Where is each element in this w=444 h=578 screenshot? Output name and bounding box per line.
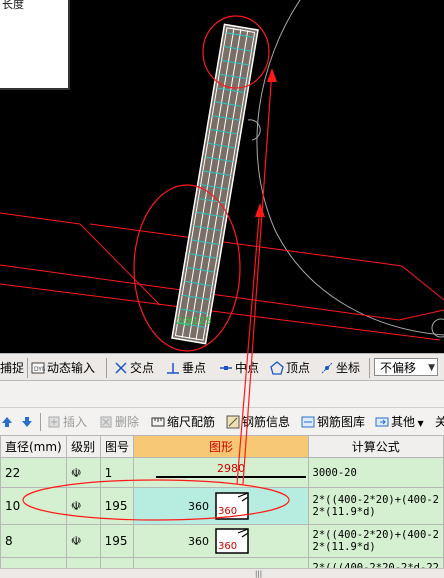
- cell-grade[interactable]: [65, 557, 101, 568]
- shape-inner-label: 360: [218, 506, 237, 517]
- other-icon: [375, 417, 389, 427]
- snap-button[interactable]: 捕捉: [0, 359, 24, 377]
- header-shape[interactable]: 图形: [133, 435, 309, 458]
- intersection-icon: [115, 362, 127, 374]
- rebar-info-button[interactable]: 钢筋信息: [226, 413, 290, 431]
- popup-text: 长度: [2, 0, 24, 11]
- scale-rebar-button[interactable]: 缩尺配筋: [151, 413, 215, 431]
- rebar-library-icon: [301, 416, 315, 428]
- cell-shape-no[interactable]: 195: [99, 487, 135, 525]
- cell-shape-no[interactable]: 1: [99, 457, 135, 488]
- header-shape-no[interactable]: 图号: [99, 435, 135, 458]
- dimension-label: 2@125: [176, 316, 211, 327]
- coordinate-icon: [321, 362, 333, 374]
- shape-inner-label: 360: [218, 541, 237, 552]
- header-formula[interactable]: 计算公式: [307, 435, 444, 458]
- delete-icon: [100, 416, 112, 428]
- cell-diameter[interactable]: 22: [0, 457, 67, 488]
- arrow-up-icon: [2, 417, 12, 427]
- header-grade[interactable]: 级别: [65, 435, 101, 458]
- cell-diameter[interactable]: 10: [0, 487, 67, 525]
- cell-shape[interactable]: 2980: [133, 457, 309, 488]
- midpoint-icon: [220, 366, 232, 370]
- scroll-grip-icon: |||: [255, 570, 263, 578]
- table-row[interactable]: 22 ☫ 1 2980 3000-20: [0, 457, 444, 488]
- column-rebar-cage: [171, 23, 259, 345]
- perpendicular-snap-button[interactable]: 垂点: [166, 359, 206, 377]
- other-menu-button[interactable]: 其他 ▼: [375, 413, 424, 431]
- header-diameter[interactable]: 直径(mm): [0, 435, 67, 458]
- close-button[interactable]: 关: [435, 413, 444, 431]
- table-row[interactable]: 8 ☫ 195 360 360 2*((400-2*20)+(400-2 2*(1…: [0, 524, 444, 558]
- dynamic-input-button[interactable]: DYN 动态输入: [31, 359, 95, 377]
- vertex-icon: [270, 361, 284, 375]
- cell-grade[interactable]: ☫: [65, 524, 101, 558]
- midpoint-snap-button[interactable]: 中点: [219, 359, 259, 377]
- rebar-table: 直径(mm) 级别 图号 图形 计算公式 22 ☫ 1 2980 3000-20…: [0, 435, 444, 568]
- intersection-snap-button[interactable]: 交点: [114, 359, 154, 377]
- move-up-button[interactable]: [0, 413, 16, 431]
- cell-shape-no[interactable]: [99, 557, 135, 568]
- cell-formula[interactable]: 2*((400-2*20)+(400-2 2*(11.9*d): [307, 524, 444, 558]
- info-popup: 长度: [0, 0, 70, 90]
- vertex-snap-button[interactable]: 顶点: [270, 359, 310, 377]
- stirrup-shape-icon: 360 360: [188, 528, 250, 554]
- cell-diameter[interactable]: 8: [0, 524, 67, 558]
- insert-button[interactable]: 插入: [47, 413, 87, 431]
- straight-bar-shape-icon: 2980: [156, 462, 307, 478]
- perpendicular-icon: [167, 363, 179, 374]
- table-row[interactable]: 2*(((400-2*20-2*d-22: [0, 557, 444, 568]
- chevron-down-icon: ▼: [428, 363, 435, 373]
- coordinate-snap-button[interactable]: 坐标: [320, 359, 360, 377]
- dynamic-input-icon: DYN: [31, 362, 45, 374]
- cell-shape[interactable]: 360 360: [133, 487, 309, 525]
- shape-length-label: 2980: [217, 462, 245, 475]
- snap-toolbar: 捕捉 DYN 动态输入 交点 垂点 中点 顶点 坐标 不偏移 ▼: [0, 353, 444, 381]
- table-row[interactable]: 10 ☫ 195 360 360 2*((400-2*20)+(400-2 2*(…: [0, 487, 444, 525]
- stirrup-shape-icon: 360 360: [188, 492, 250, 520]
- rebar-library-button[interactable]: 钢筋图库: [301, 413, 365, 431]
- panel-spacer: [0, 381, 444, 407]
- cell-grade[interactable]: ☫: [65, 487, 101, 525]
- cell-shape[interactable]: 360 360: [133, 524, 309, 558]
- rebar-toolbar: 插入 删除 缩尺配筋 钢筋信息 钢筋图库 其他 ▼ 关: [0, 407, 444, 435]
- cell-formula[interactable]: 2*(((400-2*20-2*d-22: [307, 557, 444, 568]
- cell-formula[interactable]: 2*((400-2*20)+(400-2 2*(11.9*d): [307, 487, 444, 525]
- scale-icon: [151, 417, 165, 427]
- rebar-info-icon: [226, 415, 240, 429]
- horizontal-scrollbar[interactable]: |||: [0, 568, 444, 578]
- cell-shape-no[interactable]: 195: [99, 524, 135, 558]
- cell-shape[interactable]: [133, 557, 309, 568]
- cell-grade[interactable]: ☫: [65, 457, 101, 488]
- shape-left-label: 360: [188, 535, 209, 548]
- cad-viewport[interactable]: 2@125 长度: [0, 0, 444, 353]
- svg-text:DYN: DYN: [34, 366, 45, 373]
- arc-line: [256, 0, 444, 336]
- insert-icon: [48, 416, 60, 428]
- offset-select[interactable]: 不偏移 ▼: [374, 358, 438, 376]
- cell-diameter[interactable]: [0, 557, 67, 568]
- cell-formula[interactable]: 3000-20: [307, 457, 444, 488]
- shape-left-label: 360: [188, 500, 209, 513]
- delete-button[interactable]: 删除: [99, 413, 139, 431]
- arrow-down-icon: [22, 417, 32, 427]
- move-down-button[interactable]: [20, 413, 36, 431]
